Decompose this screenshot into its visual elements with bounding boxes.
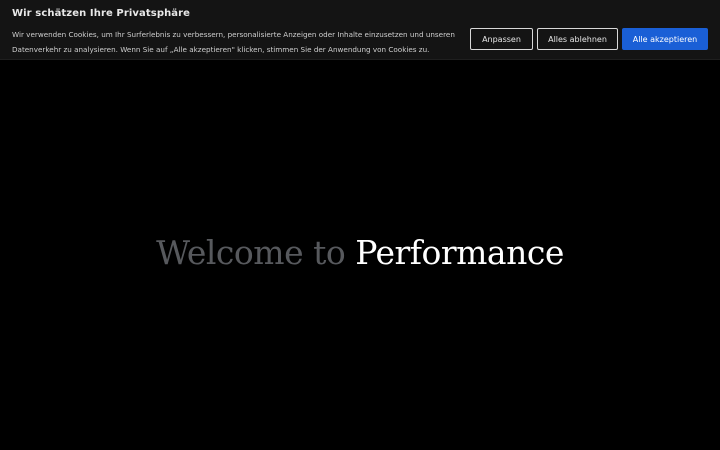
customize-button[interactable]: Anpassen <box>470 28 533 50</box>
cookie-banner-title: Wir schätzen Ihre Privatsphäre <box>12 8 191 19</box>
page: Wir schätzen Ihre Privatsphäre Wir verwe… <box>0 0 720 450</box>
hero-heading: Welcome to Performance <box>0 228 720 278</box>
accept-all-button[interactable]: Alle akzeptieren <box>622 28 708 50</box>
hero-heading-prefix: Welcome to <box>156 233 346 272</box>
hero-heading-highlight: Performance <box>355 233 564 272</box>
cookie-banner-text: Wir verwenden Cookies, um Ihr Surferlebn… <box>12 30 455 54</box>
cookie-consent-banner: Wir schätzen Ihre Privatsphäre Wir verwe… <box>0 0 720 60</box>
reject-all-button[interactable]: Alles ablehnen <box>537 28 618 50</box>
